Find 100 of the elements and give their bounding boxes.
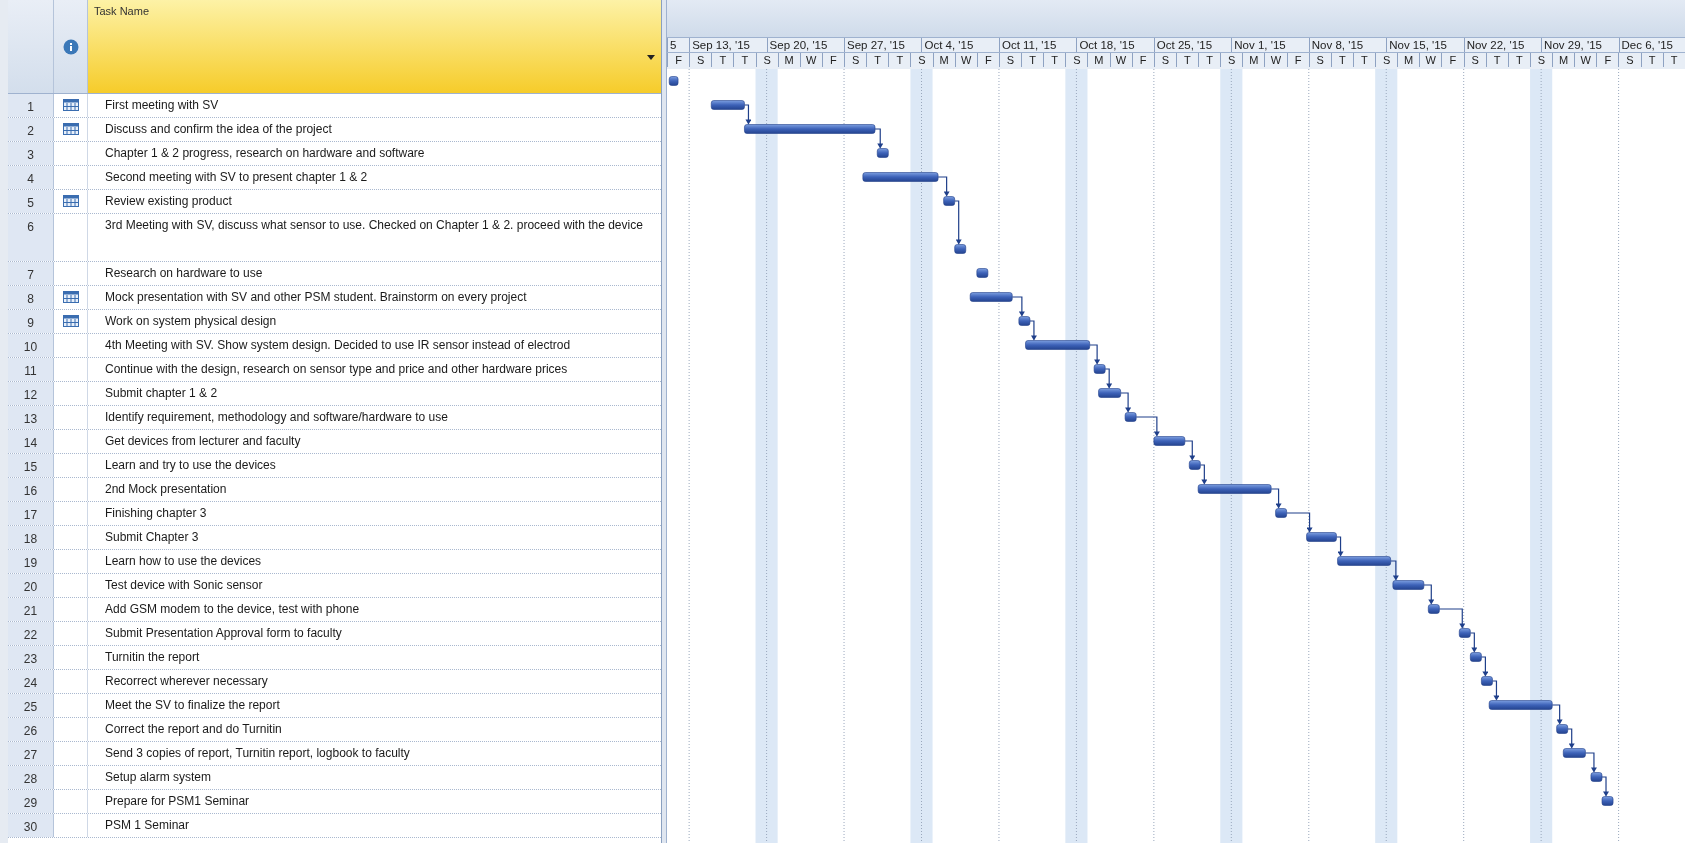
- task-bar[interactable]: [1093, 364, 1106, 374]
- task-name[interactable]: Test device with Sonic sensor: [88, 574, 661, 597]
- task-name[interactable]: Research on hardware to use: [88, 262, 661, 285]
- task-bar[interactable]: [1563, 748, 1586, 758]
- task-bar[interactable]: [943, 196, 955, 206]
- task-name[interactable]: First meeting with SV: [88, 94, 661, 117]
- row-number[interactable]: 23: [8, 646, 54, 669]
- row-number[interactable]: 24: [8, 670, 54, 693]
- task-bar[interactable]: [1481, 676, 1493, 686]
- row-number[interactable]: 11: [8, 358, 54, 381]
- task-name[interactable]: Chapter 1 & 2 progress, research on hardware and software: [88, 142, 661, 165]
- task-bar[interactable]: [976, 268, 989, 278]
- row-number[interactable]: 30: [8, 814, 54, 837]
- row-number[interactable]: 13: [8, 406, 54, 429]
- task-bar[interactable]: [1392, 580, 1425, 590]
- row-number[interactable]: 8: [8, 286, 54, 309]
- task-bar[interactable]: [668, 76, 679, 86]
- row-number[interactable]: 12: [8, 382, 54, 405]
- task-name[interactable]: Submit chapter 1 & 2: [88, 382, 661, 405]
- day-label: S: [910, 52, 933, 67]
- task-bar[interactable]: [1458, 628, 1471, 638]
- row-number[interactable]: 20: [8, 574, 54, 597]
- row-number[interactable]: 18: [8, 526, 54, 549]
- day-label: S: [1618, 52, 1641, 67]
- caret-icon[interactable]: [647, 55, 655, 60]
- task-name[interactable]: Work on system physical design: [88, 310, 661, 333]
- row-number[interactable]: 6: [8, 214, 54, 261]
- row-number[interactable]: 16: [8, 478, 54, 501]
- row-number[interactable]: 5: [8, 190, 54, 213]
- row-number[interactable]: 1: [8, 94, 54, 117]
- task-name[interactable]: 2nd Mock presentation: [88, 478, 661, 501]
- row-number[interactable]: 28: [8, 766, 54, 789]
- day-label: M: [1087, 52, 1110, 67]
- task-name[interactable]: Mock presentation with SV and other PSM student. Brainstorm on every project: [88, 286, 661, 309]
- row-number[interactable]: 27: [8, 742, 54, 765]
- day-label: F: [821, 52, 844, 67]
- week-label: Oct 18, '15: [1076, 37, 1154, 52]
- task-name[interactable]: Correct the report and do Turnitin: [88, 718, 661, 741]
- task-name[interactable]: Finishing chapter 3: [88, 502, 661, 525]
- row-number[interactable]: 19: [8, 550, 54, 573]
- task-name[interactable]: Submit Chapter 3: [88, 526, 661, 549]
- task-bar[interactable]: [1601, 796, 1614, 806]
- task-bar[interactable]: [1470, 652, 1482, 662]
- task-bar[interactable]: [969, 292, 1013, 302]
- task-bar[interactable]: [1197, 484, 1272, 494]
- task-bar[interactable]: [1590, 772, 1603, 782]
- task-bar[interactable]: [1018, 316, 1031, 326]
- row-number[interactable]: 3: [8, 142, 54, 165]
- task-bar[interactable]: [1098, 388, 1121, 398]
- task-name[interactable]: Turnitin the report: [88, 646, 661, 669]
- task-bar[interactable]: [1153, 436, 1186, 446]
- day-label: F: [1286, 52, 1309, 67]
- task-bar[interactable]: [1189, 460, 1201, 470]
- dependency-arrow: [1551, 704, 1563, 725]
- task-name[interactable]: Continue with the design, research on sensor type and price and other hardware prices: [88, 358, 661, 381]
- row-number[interactable]: 22: [8, 622, 54, 645]
- task-bar[interactable]: [954, 244, 967, 254]
- task-bar[interactable]: [1488, 700, 1553, 710]
- row-number[interactable]: 2: [8, 118, 54, 141]
- row-number[interactable]: 29: [8, 790, 54, 813]
- task-name[interactable]: Meet the SV to finalize the report: [88, 694, 661, 717]
- day-label: T: [711, 52, 734, 67]
- day-label: F: [1131, 52, 1154, 67]
- row-number[interactable]: 25: [8, 694, 54, 717]
- task-name[interactable]: Learn how to use the devices: [88, 550, 661, 573]
- row-number[interactable]: 7: [8, 262, 54, 285]
- task-name[interactable]: Submit Presentation Approval form to faculty: [88, 622, 661, 645]
- task-bar[interactable]: [862, 172, 939, 182]
- task-bar[interactable]: [1275, 508, 1287, 518]
- row-number[interactable]: 15: [8, 454, 54, 477]
- column-header[interactable]: Task Name: [88, 0, 661, 93]
- task-name[interactable]: Add GSM modem to the device, test with phone: [88, 598, 661, 621]
- task-name[interactable]: Review existing product: [88, 190, 661, 213]
- task-name[interactable]: Identify requirement, methodology and software/hardware to use: [88, 406, 661, 429]
- column-heading: Task Name: [94, 4, 151, 19]
- task-name[interactable]: Prepare for PSM1 Seminar: [88, 790, 661, 813]
- task-name[interactable]: Send 3 copies of report, Turnitin report, logbook to faculty: [88, 742, 661, 765]
- row-number[interactable]: 14: [8, 430, 54, 453]
- task-bar[interactable]: [1428, 604, 1440, 614]
- indicator-header[interactable]: [54, 0, 88, 93]
- task-bar[interactable]: [1556, 724, 1568, 734]
- task-bar[interactable]: [876, 148, 889, 158]
- task-name[interactable]: Get devices from lecturer and faculty: [88, 430, 661, 453]
- task-name[interactable]: 3rd Meeting with SV, discuss what sensor to use. Checked on Chapter 1 & 2. proceed with the device: [88, 214, 661, 261]
- row-number[interactable]: 10: [8, 334, 54, 357]
- task-name[interactable]: PSM 1 Seminar: [88, 814, 661, 837]
- task-name[interactable]: 4th Meeting with SV. Show system design. Decided to use IR sensor instead of electrod: [88, 334, 661, 357]
- row-number[interactable]: 9: [8, 310, 54, 333]
- task-name[interactable]: Discuss and confirm the idea of the project: [88, 118, 661, 141]
- row-number[interactable]: 26: [8, 718, 54, 741]
- task-bar[interactable]: [710, 100, 745, 110]
- row-number[interactable]: 4: [8, 166, 54, 189]
- row-number[interactable]: 17: [8, 502, 54, 525]
- task-bar[interactable]: [1306, 532, 1337, 542]
- task-name[interactable]: Recorrect wherever necessary: [88, 670, 661, 693]
- row-number[interactable]: 21: [8, 598, 54, 621]
- task-bar[interactable]: [1124, 412, 1137, 422]
- task-name[interactable]: Setup alarm system: [88, 766, 661, 789]
- task-name[interactable]: Learn and try to use the devices: [88, 454, 661, 477]
- task-name[interactable]: Second meeting with SV to present chapter 1 & 2: [88, 166, 661, 189]
